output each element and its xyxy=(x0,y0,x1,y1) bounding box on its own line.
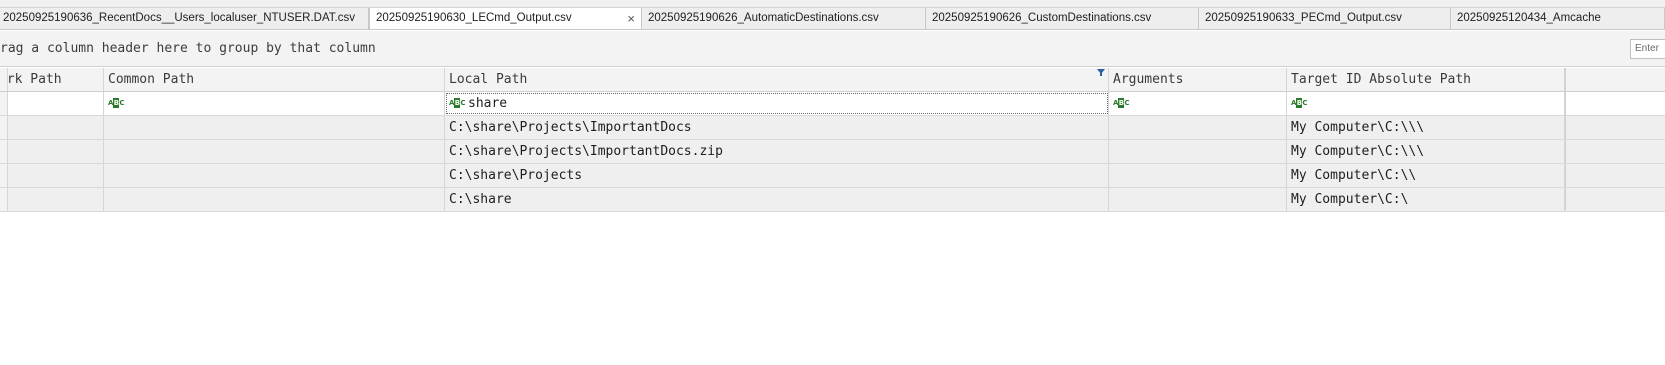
column-header-local-path[interactable]: Local Path xyxy=(445,68,1109,91)
cell-common-path[interactable] xyxy=(104,116,445,139)
tab-pecmd-output[interactable]: 20250925190633_PECmd_Output.csv xyxy=(1199,8,1451,29)
cell-local-path[interactable]: C:\share\Projects xyxy=(445,164,1109,187)
cell-target-id-absolute-path[interactable]: My Computer\C:\\\ xyxy=(1287,116,1565,139)
close-icon[interactable]: × xyxy=(627,8,635,29)
column-header-row: ork Path Common Path Local Path Argument… xyxy=(0,68,1665,92)
cell-arguments[interactable] xyxy=(1109,164,1287,187)
cell-common-path[interactable] xyxy=(104,140,445,163)
column-header-label: Common Path xyxy=(108,72,195,87)
cell-common-path[interactable] xyxy=(104,188,445,211)
filter-cell-arguments[interactable]: ABC xyxy=(1109,92,1287,115)
cell-common-path[interactable] xyxy=(104,164,445,187)
row-indicator xyxy=(0,188,8,211)
window-top-strip xyxy=(0,0,1665,8)
auto-filter-row: ABC ABC share ABC ABC xyxy=(0,92,1665,116)
data-grid: ork Path Common Path Local Path Argument… xyxy=(0,68,1665,212)
column-header-target-id-absolute-path[interactable]: Target ID Absolute Path xyxy=(1287,68,1565,91)
table-row[interactable]: C:\share\Projects\ImportantDocs My Compu… xyxy=(0,116,1665,140)
cell-local-path[interactable]: C:\share\Projects\ImportantDocs.zip xyxy=(445,140,1109,163)
tab-custom-destinations[interactable]: 20250925190626_CustomDestinations.csv xyxy=(926,8,1199,29)
table-row[interactable]: C:\share\Projects My Computer\C:\\ xyxy=(0,164,1665,188)
cell-network-path[interactable] xyxy=(8,116,104,139)
tab-amcache[interactable]: 20250925120434_Amcache xyxy=(1451,8,1665,29)
row-indicator xyxy=(0,92,8,115)
cell-local-path[interactable]: C:\share xyxy=(445,188,1109,211)
cell-network-path[interactable] xyxy=(8,140,104,163)
row-indicator xyxy=(0,164,8,187)
cell-arguments[interactable] xyxy=(1109,116,1287,139)
filter-active-icon[interactable] xyxy=(1097,69,1105,76)
text-filter-icon[interactable]: ABC xyxy=(449,97,466,108)
tab-label: 20250925190626_CustomDestinations.csv xyxy=(932,12,1152,24)
cell-network-path[interactable] xyxy=(8,164,104,187)
column-header-label: ork Path xyxy=(8,72,62,87)
table-row[interactable]: C:\share My Computer\C:\ xyxy=(0,188,1665,212)
tab-label: 20250925190626_AutomaticDestinations.csv xyxy=(648,12,879,24)
cell-target-id-absolute-path[interactable]: My Computer\C:\ xyxy=(1287,188,1565,211)
tab-recentdocs[interactable]: 20250925190636_RecentDocs__Users_localus… xyxy=(0,8,369,29)
column-header-label: Arguments xyxy=(1113,72,1184,87)
filter-value: share xyxy=(468,96,508,111)
tab-label: 20250925190633_PECmd_Output.csv xyxy=(1205,12,1402,24)
find-input[interactable]: Enter xyxy=(1630,39,1665,59)
filter-cell-target-id-absolute-path[interactable]: ABC xyxy=(1287,92,1565,115)
group-by-hint: rag a column header here to group by tha… xyxy=(0,41,376,56)
column-header-label: Local Path xyxy=(449,72,528,87)
cell-network-path[interactable] xyxy=(8,188,104,211)
tab-label: 20250925120434_Amcache xyxy=(1457,12,1601,24)
table-row[interactable]: C:\share\Projects\ImportantDocs.zip My C… xyxy=(0,140,1665,164)
cell-arguments[interactable] xyxy=(1109,188,1287,211)
group-by-panel[interactable]: rag a column header here to group by tha… xyxy=(0,31,1665,67)
column-header-arguments[interactable]: Arguments xyxy=(1109,68,1287,91)
cell-target-id-absolute-path[interactable]: My Computer\C:\\ xyxy=(1287,164,1565,187)
tab-label: 20250925190636_RecentDocs__Users_localus… xyxy=(3,12,356,24)
row-indicator xyxy=(0,140,8,163)
column-header-network-path[interactable]: ork Path xyxy=(8,68,104,91)
column-header-label: Target ID Absolute Path xyxy=(1291,72,1472,87)
text-filter-icon[interactable]: ABC xyxy=(1113,97,1130,108)
filter-cell-local-path[interactable]: ABC share xyxy=(445,92,1109,115)
text-filter-icon[interactable]: ABC xyxy=(1291,97,1308,108)
cell-arguments[interactable] xyxy=(1109,140,1287,163)
column-header-common-path[interactable]: Common Path xyxy=(104,68,445,91)
cell-local-path[interactable]: C:\share\Projects\ImportantDocs xyxy=(445,116,1109,139)
cell-target-id-absolute-path[interactable]: My Computer\C:\\\ xyxy=(1287,140,1565,163)
filter-cell-network-path[interactable] xyxy=(8,92,104,115)
tab-lecmd-output[interactable]: 20250925190630_LECmd_Output.csv × xyxy=(369,8,642,29)
text-filter-icon[interactable]: ABC xyxy=(108,97,125,108)
tab-automatic-destinations[interactable]: 20250925190626_AutomaticDestinations.csv xyxy=(642,8,926,29)
row-indicator xyxy=(0,116,8,139)
filter-cell-common-path[interactable]: ABC xyxy=(104,92,445,115)
tab-label: 20250925190630_LECmd_Output.csv xyxy=(376,12,572,24)
document-tab-bar: 20250925190636_RecentDocs__Users_localus… xyxy=(0,8,1665,30)
grid-right-edge xyxy=(1565,68,1566,210)
row-indicator-header xyxy=(0,68,8,91)
